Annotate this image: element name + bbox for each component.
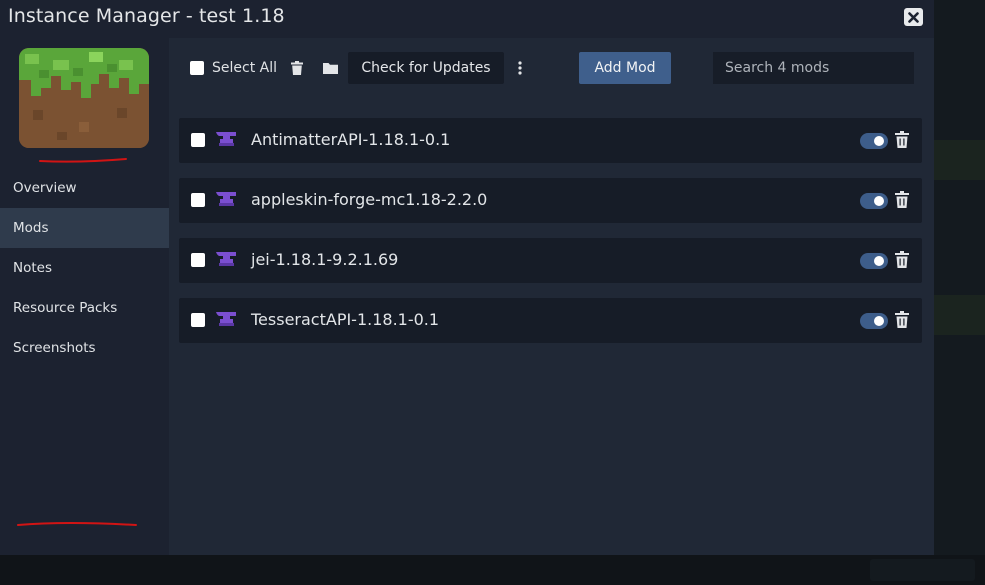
modal-titlebar: Instance Manager - test 1.18 xyxy=(0,0,934,38)
folder-icon xyxy=(322,63,338,74)
mod-enabled-toggle[interactable] xyxy=(860,253,888,269)
background-status-bar xyxy=(0,555,985,585)
mod-checkbox[interactable] xyxy=(191,133,205,147)
anvil-icon xyxy=(216,252,236,266)
close-icon xyxy=(908,11,919,23)
select-all-checkbox[interactable]: Select All xyxy=(190,60,277,76)
toggle-knob xyxy=(874,256,884,266)
mod-name: jei-1.18.1-9.2.1.69 xyxy=(251,250,399,269)
mod-list: AntimatterAPI-1.18.1-0.1 appleskin-forge… xyxy=(179,118,922,358)
red-annotation-line xyxy=(39,158,127,163)
mod-checkbox[interactable] xyxy=(191,313,205,327)
check-for-updates-button[interactable]: Check for Updates xyxy=(348,52,504,84)
sidebar-item-notes[interactable]: Notes xyxy=(0,248,169,288)
mod-name: appleskin-forge-mc1.18-2.2.0 xyxy=(251,190,488,209)
trash-icon[interactable] xyxy=(895,311,909,328)
sidebar-item-overview[interactable]: Overview xyxy=(0,168,169,208)
sidebar-item-mods[interactable]: Mods xyxy=(0,208,169,248)
sidebar-nav: Overview Mods Notes Resource Packs Scree… xyxy=(0,168,169,368)
search-mods-input[interactable] xyxy=(713,52,914,84)
open-folder-button[interactable] xyxy=(320,58,340,78)
mod-name: TesseractAPI-1.18.1-0.1 xyxy=(251,310,440,329)
checkbox[interactable] xyxy=(190,61,204,75)
instance-avatar[interactable] xyxy=(19,48,149,148)
mod-row[interactable]: TesseractAPI-1.18.1-0.1 xyxy=(179,298,922,343)
mod-enabled-toggle[interactable] xyxy=(860,193,888,209)
modal-title: Instance Manager - test 1.18 xyxy=(8,5,285,27)
select-all-label: Select All xyxy=(212,60,277,76)
mod-checkbox[interactable] xyxy=(191,193,205,207)
sidebar-item-resource-packs[interactable]: Resource Packs xyxy=(0,288,169,328)
more-vertical-icon xyxy=(518,61,522,75)
mod-name: AntimatterAPI-1.18.1-0.1 xyxy=(251,130,451,149)
instance-manager-modal: Instance Manager - test 1.18 Overview Mo… xyxy=(0,0,934,555)
background-block xyxy=(934,140,985,180)
delete-selected-button[interactable] xyxy=(287,58,307,78)
trash-icon[interactable] xyxy=(895,131,909,148)
mods-panel: Select All Check for Updates Add Mod Sea… xyxy=(169,38,934,555)
sidebar-item-screenshots[interactable]: Screenshots xyxy=(0,328,169,368)
mod-row[interactable]: AntimatterAPI-1.18.1-0.1 xyxy=(179,118,922,163)
anvil-icon xyxy=(216,132,236,146)
background-window xyxy=(934,0,985,555)
mod-enabled-toggle[interactable] xyxy=(860,313,888,329)
add-mod-button[interactable]: Add Mod xyxy=(579,52,671,84)
mod-row[interactable]: appleskin-forge-mc1.18-2.2.0 xyxy=(179,178,922,223)
trash-icon xyxy=(291,61,303,75)
toggle-knob xyxy=(874,196,884,206)
trash-icon[interactable] xyxy=(895,251,909,268)
anvil-icon xyxy=(216,192,236,206)
more-options-button[interactable] xyxy=(510,58,530,78)
background-button xyxy=(870,559,975,581)
trash-icon[interactable] xyxy=(895,191,909,208)
toggle-knob xyxy=(874,316,884,326)
mod-checkbox[interactable] xyxy=(191,253,205,267)
grass-block-icon xyxy=(19,48,149,148)
sidebar: Overview Mods Notes Resource Packs Scree… xyxy=(0,38,169,555)
mod-enabled-toggle[interactable] xyxy=(860,133,888,149)
red-annotation-line xyxy=(17,522,137,526)
mod-row[interactable]: jei-1.18.1-9.2.1.69 xyxy=(179,238,922,283)
toggle-knob xyxy=(874,136,884,146)
background-block xyxy=(934,295,985,335)
mods-toolbar: Select All Check for Updates Add Mod Sea… xyxy=(169,38,934,98)
anvil-icon xyxy=(216,312,236,326)
close-button[interactable] xyxy=(904,8,923,26)
